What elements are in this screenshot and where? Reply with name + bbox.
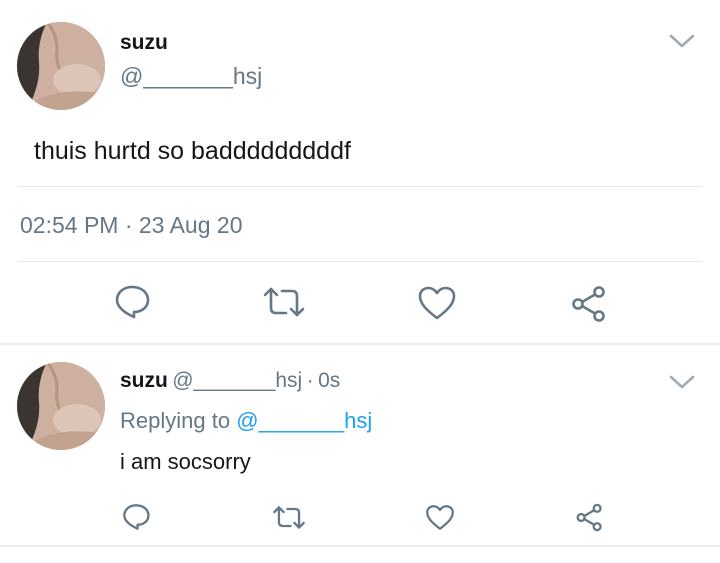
- share-icon[interactable]: [575, 503, 604, 532]
- heart-icon[interactable]: [417, 285, 457, 321]
- author-name[interactable]: suzu: [120, 31, 168, 55]
- share-icon[interactable]: [570, 285, 608, 323]
- heart-icon[interactable]: [425, 504, 455, 531]
- section-divider: [0, 545, 720, 547]
- chevron-down-icon[interactable]: [668, 32, 696, 55]
- reply-avatar[interactable]: [17, 362, 105, 450]
- retweet-icon[interactable]: [272, 505, 306, 530]
- divider: [18, 186, 702, 187]
- reply-text: i am socsorry: [120, 449, 251, 474]
- reply-time-separator: ·: [306, 369, 314, 392]
- replying-to-label: Replying to: [120, 408, 231, 433]
- divider: [18, 261, 702, 262]
- reply-time: 0s: [318, 369, 341, 392]
- reply-header: suzu @_______hsj · 0s: [120, 369, 340, 393]
- reply-author-name[interactable]: suzu: [120, 369, 168, 392]
- author-handle[interactable]: @_______hsj: [120, 63, 262, 90]
- tweet-timestamp[interactable]: 02:54 PM · 23 Aug 20: [20, 212, 243, 239]
- retweet-icon[interactable]: [262, 286, 306, 318]
- reply-icon[interactable]: [121, 503, 151, 531]
- chevron-down-icon[interactable]: [668, 373, 696, 396]
- tweet-text: thuis hurtd so badddddddddf: [34, 137, 351, 165]
- replying-to-handle[interactable]: @_______hsj: [236, 408, 372, 433]
- main-avatar[interactable]: [17, 22, 105, 110]
- replying-to: Replying to @_______hsj: [120, 408, 372, 434]
- reply-icon[interactable]: [113, 284, 151, 320]
- section-divider: [0, 343, 720, 345]
- reply-author-handle[interactable]: @_______hsj: [172, 369, 302, 392]
